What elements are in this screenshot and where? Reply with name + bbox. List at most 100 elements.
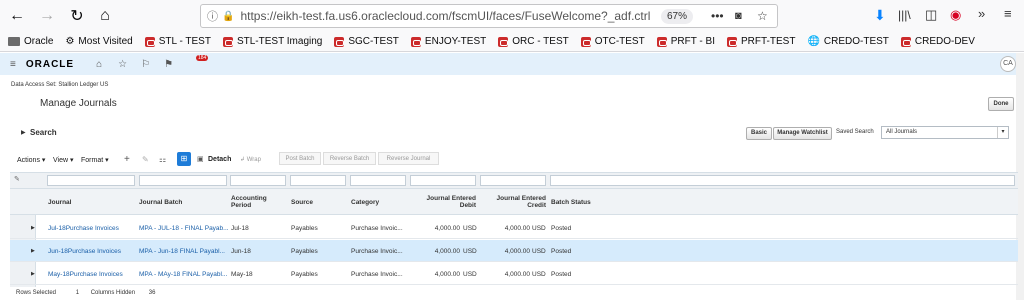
table-status-bar: Rows Selected 1 Columns Hidden 36 (16, 290, 155, 296)
expand-row-icon[interactable]: ▶ (31, 271, 35, 277)
batch-link[interactable]: MPA - MAy-18 FINAL Payabl... (139, 271, 227, 278)
oracle-logo[interactable]: ORACLE (26, 59, 74, 70)
more-icon[interactable]: ••• (711, 9, 724, 23)
reverse-journal-button[interactable]: Reverse Journal (378, 152, 439, 165)
avatar[interactable]: CA (1000, 56, 1016, 72)
sidebar-icon[interactable]: ◫ (925, 7, 937, 23)
url-text[interactable]: https://eikh-test.fa.us6.oraclecloud.com… (240, 9, 650, 23)
debit-currency: USD (463, 248, 477, 255)
info-icon[interactable]: ⓘ (207, 8, 218, 24)
actions-menu[interactable]: Actions ▾ (17, 156, 45, 164)
journal-link[interactable]: Jun-18Purchase Invoices (48, 248, 121, 255)
column-header[interactable]: Journal (48, 199, 71, 206)
star-icon[interactable]: ☆ (757, 9, 768, 23)
done-button[interactable]: Done (988, 97, 1014, 111)
filter-debit[interactable] (410, 175, 476, 186)
filter-status[interactable] (550, 175, 1015, 186)
bookmark-enjoy-test[interactable]: ENJOY-TEST (410, 36, 486, 47)
edit-icon[interactable]: ✎ (142, 155, 149, 164)
view-menu[interactable]: View ▾ (53, 156, 74, 164)
journals-table: ✎ Journal Journal Batch Accounting Perio… (10, 172, 1018, 287)
oracle-icon (334, 36, 345, 47)
debit-cell: 4,000.00 (434, 271, 460, 278)
batch-link[interactable]: MPA - Jun-18 FINAL Payabl... (139, 248, 225, 255)
bookmark-orc-test[interactable]: ORC - TEST (498, 36, 569, 47)
detach-button[interactable]: Detach (208, 156, 231, 163)
search-section-title[interactable]: Search (30, 128, 57, 137)
favorites-icon[interactable]: ☆ (118, 59, 127, 70)
download-icon[interactable]: ⬇ (874, 7, 886, 24)
journal-link[interactable]: Jul-18Purchase Invoices (48, 225, 119, 232)
batch-link[interactable]: MPA - JUL-18 - FINAL Payab... (139, 225, 229, 232)
add-icon[interactable]: + (124, 154, 130, 165)
filter-period[interactable] (230, 175, 286, 186)
filter-credit[interactable] (480, 175, 546, 186)
filter-category[interactable] (350, 175, 406, 186)
bookmark-stl-test[interactable]: STL - TEST (144, 36, 211, 47)
status-cell: Posted (551, 225, 572, 232)
column-header[interactable]: Journal Entered Debit (410, 195, 476, 209)
reverse-batch-button[interactable]: Reverse Batch (323, 152, 376, 165)
home-icon[interactable]: ⌂ (94, 5, 116, 27)
overflow-icon[interactable]: » (978, 6, 985, 21)
bookmark-prft-bi[interactable]: PRFT - BI (656, 36, 715, 47)
expand-row-icon[interactable]: ▶ (31, 248, 35, 254)
column-header[interactable]: Source (291, 199, 313, 206)
columns-hidden-label: Columns Hidden (90, 290, 136, 296)
bookmark-credo-test[interactable]: 🌐 CREDO-TEST (807, 36, 888, 47)
bookmarks-bar: Oracle ⚙ Most Visited STL - TEST STL-TEST… (0, 32, 1024, 52)
db-icon[interactable]: ◉ (950, 7, 961, 23)
library-icon[interactable]: |||\ (898, 8, 911, 22)
zoom-level[interactable]: 67% (661, 9, 694, 24)
expand-row-icon[interactable]: ▶ (31, 225, 35, 231)
bookmark-stl-test-imaging[interactable]: STL-TEST Imaging (222, 36, 322, 47)
columns-hidden-count: 36 (148, 290, 156, 296)
bookmark-prft-test[interactable]: PRFT-TEST (726, 36, 795, 47)
hamburger-icon[interactable]: ≡ (10, 59, 16, 70)
table-row[interactable]: ▶ Jun-18Purchase Invoices MPA - Jun-18 F… (10, 240, 1018, 262)
column-header[interactable]: Category (351, 199, 379, 206)
bookmark-sgc-test[interactable]: SGC-TEST (334, 36, 399, 47)
gear-icon: ⚙ (65, 36, 75, 47)
notification-badge: 184 (196, 55, 209, 61)
filter-journal[interactable] (47, 175, 135, 186)
detach-icon[interactable]: ▣ (197, 155, 204, 163)
menu-icon[interactable]: ≡ (1004, 6, 1012, 21)
bookmark-oracle[interactable]: Oracle (8, 36, 53, 47)
url-bar[interactable]: ⓘ 🔒 https://eikh-test.fa.us6.oraclecloud… (200, 4, 778, 28)
source-cell: Payables (291, 248, 318, 255)
expand-search-icon[interactable]: ▶ (21, 129, 26, 136)
clear-filter-icon[interactable]: ✎ (14, 175, 20, 183)
saved-search-select[interactable]: All Journals ▾ (881, 126, 1009, 139)
reload-icon[interactable]: ↻ (66, 5, 88, 27)
table-row[interactable]: ▶ Jul-18Purchase Invoices MPA - JUL-18 -… (10, 217, 1018, 239)
period-cell: Jun-18 (231, 248, 251, 255)
bookmark-credo-dev[interactable]: CREDO-DEV (900, 36, 975, 47)
column-header[interactable]: Batch Status (551, 199, 591, 206)
query-by-example-icon[interactable]: ⊞ (177, 152, 191, 166)
home-icon[interactable]: ⌂ (96, 59, 102, 70)
basic-button[interactable]: Basic (746, 127, 772, 140)
bookmark-otc-test[interactable]: OTC-TEST (580, 36, 645, 47)
manage-watchlist-button[interactable]: Manage Watchlist (773, 127, 832, 140)
table-row[interactable]: ▶ May-18Purchase Invoices MPA - MAy-18 F… (10, 263, 1018, 285)
oracle-icon (222, 36, 233, 47)
post-batch-button[interactable]: Post Batch (279, 152, 321, 165)
column-header[interactable]: Journal Entered Credit (480, 195, 546, 209)
journal-link[interactable]: May-18Purchase Invoices (48, 271, 123, 278)
filter-source[interactable] (290, 175, 346, 186)
format-menu[interactable]: Format ▾ (81, 156, 109, 164)
freeze-icon[interactable]: ⚏ (159, 155, 166, 164)
bookmark-most-visited[interactable]: ⚙ Most Visited (65, 36, 132, 47)
pocket-icon[interactable]: ◙ (735, 10, 742, 22)
filter-row: ✎ (10, 173, 1018, 189)
period-cell: May-18 (231, 271, 253, 278)
forward-icon[interactable]: → (36, 5, 58, 27)
wrap-button[interactable]: ↲ Wrap (240, 156, 261, 163)
notifications-icon[interactable]: ⚑ (164, 59, 173, 70)
filter-batch[interactable] (139, 175, 227, 186)
flag-icon[interactable]: ⚐ (141, 59, 150, 70)
column-header[interactable]: Journal Batch (139, 199, 182, 206)
column-header[interactable]: Accounting Period (231, 195, 281, 209)
back-icon[interactable]: ← (6, 5, 28, 27)
